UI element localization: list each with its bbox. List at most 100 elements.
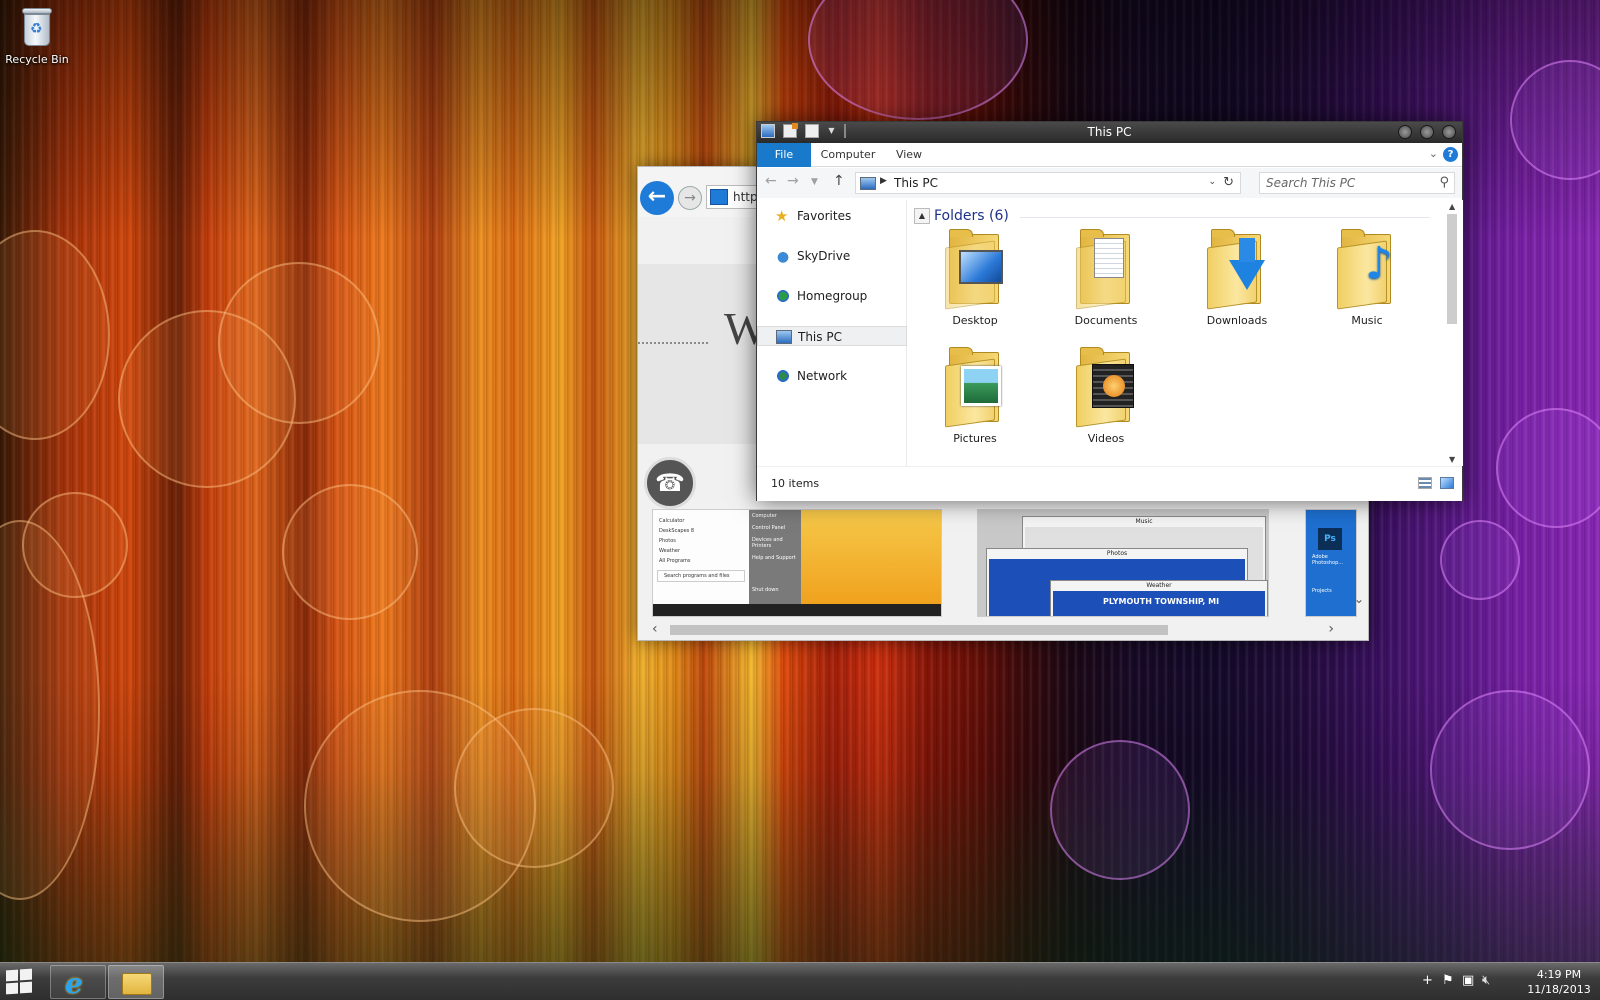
thumb-window-title: Weather	[1146, 582, 1172, 589]
this-pc-icon	[776, 330, 792, 344]
group-header[interactable]: ▲ Folders (6)	[914, 208, 1009, 224]
desktop-icon-recycle-bin[interactable]: Recycle Bin	[4, 6, 70, 66]
recycle-bin-icon	[20, 6, 54, 48]
collapse-group-icon[interactable]: ▲	[914, 208, 930, 224]
search-icon[interactable]: ⚲	[1439, 173, 1449, 193]
window-titlebar[interactable]: ▼ This PC	[757, 122, 1462, 143]
nav-item-network[interactable]: Network	[757, 366, 907, 386]
folder-music[interactable]: ♪ Music	[1312, 229, 1422, 342]
system-clock[interactable]: 4:19 PM 11/18/2013	[1526, 967, 1592, 997]
thumb-side-item: Control Panel	[752, 525, 786, 531]
hscroll-thumb[interactable]	[670, 625, 1168, 635]
scroll-down-icon[interactable]: ▼	[1449, 455, 1455, 464]
network-status-icon[interactable]: ▣	[1462, 973, 1474, 988]
expand-ribbon-icon[interactable]: ⌄	[1429, 147, 1438, 160]
search-placeholder: Search This PC	[1266, 176, 1356, 190]
nav-item-skydrive[interactable]: SkyDrive	[757, 246, 907, 266]
folder-label: Documents	[1074, 314, 1138, 327]
details-view-icon[interactable]	[1418, 477, 1432, 489]
tab-computer[interactable]: Computer	[811, 143, 885, 167]
browser-hscrollbar[interactable]: ‹ ›	[638, 619, 1368, 640]
thumb-shutdown: Shut down	[752, 587, 779, 593]
scroll-right-icon[interactable]: ›	[1328, 621, 1334, 637]
vscroll-thumb[interactable]	[1447, 214, 1457, 324]
screenshot-thumbnails: Calculator DeskScapes 8 Photos Weather A…	[652, 509, 1357, 617]
wallpaper-bokeh	[1510, 60, 1600, 180]
folder-desktop[interactable]: Desktop	[920, 229, 1030, 342]
volume-muted-icon[interactable]: 🔇︎	[1482, 973, 1490, 988]
recent-locations-icon[interactable]: ▼	[811, 177, 818, 187]
wallpaper-bokeh	[808, 0, 1028, 120]
thumbnail-start-menu[interactable]: Calculator DeskScapes 8 Photos Weather A…	[652, 509, 942, 617]
nav-item-this-pc[interactable]: This PC	[757, 326, 907, 346]
photoshop-icon: Ps	[1318, 528, 1342, 550]
vertical-scrollbar[interactable]: ▲ ▼	[1443, 200, 1463, 466]
back-arrow-icon[interactable]: ←	[765, 173, 777, 189]
downloads-folder-icon	[1205, 229, 1269, 310]
videos-folder-icon	[1074, 347, 1138, 428]
music-folder-icon: ♪	[1335, 229, 1399, 310]
thumb-menu-item: DeskScapes 8	[659, 528, 695, 534]
thumb-start-side: Computer Control Panel Devices and Print…	[749, 510, 801, 604]
folder-documents[interactable]: Documents	[1051, 229, 1161, 342]
wallpaper-bokeh	[218, 262, 380, 424]
help-icon[interactable]: ?	[1443, 147, 1458, 162]
thumb-side-item: Devices and Printers	[752, 537, 783, 549]
scroll-left-icon[interactable]: ‹	[652, 621, 658, 637]
file-explorer-icon	[122, 973, 152, 995]
tab-view[interactable]: View	[885, 143, 933, 167]
maximize-button[interactable]	[1420, 125, 1435, 139]
thumb-window-title: Photos	[1106, 550, 1128, 557]
file-list: ▲ Folders (6) Desktop Documents Downloads…	[908, 200, 1442, 466]
thumbnail-windows[interactable]: Music Photos Weather PLYMOUTH TOWNSHIP, …	[977, 509, 1269, 617]
close-button[interactable]	[1442, 125, 1456, 139]
thumbnail-apps[interactable]: Ps Adobe Photoshop... Projects	[1305, 509, 1357, 617]
search-input[interactable]: Search This PC ⚲	[1259, 172, 1455, 194]
network-icon	[775, 369, 791, 383]
thumb-window-title: Music	[1135, 518, 1153, 525]
nav-item-label: This PC	[798, 330, 842, 344]
folder-pictures[interactable]: Pictures	[920, 347, 1030, 460]
ribbon-tabs: File Computer View ⌄ ?	[757, 143, 1462, 167]
thumb-search: Search programs and files	[657, 570, 745, 582]
thumb-start-menu: Calculator DeskScapes 8 Photos Weather A…	[653, 510, 749, 604]
site-logo-icon[interactable]: ☎	[644, 457, 696, 509]
wallpaper-bokeh	[1440, 520, 1520, 600]
documents-folder-icon	[1074, 229, 1138, 310]
breadcrumb[interactable]: This PC	[894, 176, 938, 190]
nav-item-label: Network	[797, 369, 848, 383]
pictures-folder-icon	[943, 347, 1007, 428]
scroll-up-icon[interactable]: ▲	[1449, 202, 1455, 211]
item-count: 10 items	[771, 477, 820, 490]
show-hidden-icons-icon[interactable]: +	[1422, 973, 1433, 988]
address-bar[interactable]: ▶ This PC ⌄ ↻	[855, 172, 1241, 194]
thumb-menu-item: All Programs	[659, 558, 691, 564]
site-icon	[710, 189, 728, 205]
this-pc-icon	[860, 177, 876, 190]
tab-file[interactable]: File	[757, 143, 811, 167]
browser-back-button[interactable]: ←	[640, 181, 674, 215]
folder-videos[interactable]: Videos	[1051, 347, 1161, 460]
minimize-button[interactable]	[1398, 125, 1413, 139]
nav-item-favorites[interactable]: ★ Favorites	[757, 206, 907, 226]
address-dropdown-icon[interactable]: ⌄	[1208, 177, 1216, 187]
scroll-down-icon[interactable]: ⌄	[1354, 592, 1364, 606]
star-icon: ★	[775, 207, 789, 225]
up-arrow-icon[interactable]: ↑	[833, 173, 845, 189]
large-icons-view-icon[interactable]	[1440, 477, 1454, 489]
system-tray: + ⚑ ▣ 🔇︎ 4:19 PM 11/18/2013	[1420, 963, 1600, 1000]
forward-arrow-icon[interactable]: →	[787, 173, 799, 189]
file-explorer-window[interactable]: ▼ This PC File Computer View ⌄ ? ← → ▼ ↑…	[756, 121, 1463, 501]
start-button[interactable]	[6, 968, 36, 995]
nav-item-label: SkyDrive	[797, 249, 851, 263]
breadcrumb-arrow-icon[interactable]: ▶	[880, 176, 887, 186]
taskbar-internet-explorer[interactable]: e	[50, 965, 106, 1000]
refresh-icon[interactable]: ↻	[1223, 175, 1234, 190]
taskbar-file-explorer[interactable]	[108, 965, 164, 999]
wallpaper-bokeh	[454, 708, 614, 868]
action-center-flag-icon[interactable]: ⚑	[1442, 973, 1454, 988]
browser-forward-button[interactable]: →	[678, 186, 702, 210]
group-header-label: Folders (6)	[934, 208, 1009, 224]
nav-item-homegroup[interactable]: Homegroup	[757, 286, 907, 306]
folder-downloads[interactable]: Downloads	[1182, 229, 1292, 342]
